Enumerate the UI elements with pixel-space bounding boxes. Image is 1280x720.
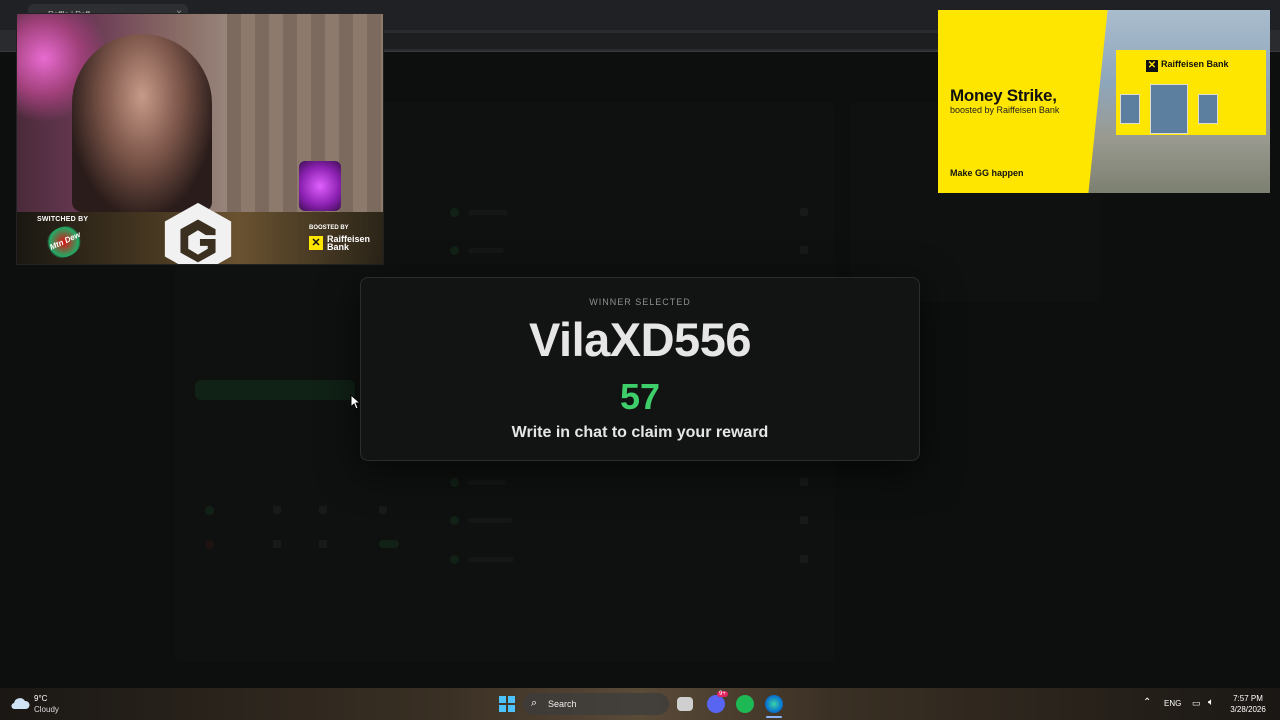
volume-icon[interactable]: 🔈︎ [1208, 697, 1214, 708]
edge-icon[interactable] [765, 695, 783, 713]
clock-date: 3/28/2026 [1230, 705, 1266, 714]
discord-badge: 9+ [717, 691, 728, 697]
search-icon: ⌕ [531, 697, 538, 709]
cloud-icon[interactable] [10, 696, 30, 710]
spotify-icon[interactable] [736, 695, 754, 713]
winner-modal: WINNER SELECTED VilaXD556 57 Write in ch… [360, 277, 920, 461]
clock-time: 7:57 PM [1233, 694, 1263, 703]
ad-subtitle: boosted by Raiffeisen Bank [950, 105, 1060, 115]
winner-number: 57 [619, 376, 661, 417]
network-icon[interactable]: ▭ [1192, 698, 1201, 709]
building-sign: ✕ Raiffeisen Bank [1146, 59, 1229, 72]
file-explorer-icon[interactable] [677, 697, 693, 711]
raiffeisen-x-icon: ✕ [309, 236, 323, 250]
taskbar-search[interactable]: ⌕ Search [523, 693, 669, 715]
ad-cta: Make GG happen [950, 168, 1024, 178]
webcam-overlay: SWITCHED BY Mtn Dew BOOSTED BY ✕ Raiffei… [16, 13, 384, 265]
sponsor-ad-banner[interactable]: ✕ Raiffeisen Bank Money Strike, boosted b… [938, 10, 1270, 193]
weather-temp[interactable]: 9°C [34, 694, 47, 703]
claim-instruction: Write in chat to claim your reward [511, 424, 769, 441]
language-indicator[interactable]: ENG [1164, 699, 1181, 708]
purple-lamp [299, 161, 341, 211]
discord-icon[interactable]: 9+ [707, 691, 728, 713]
winner-name: VilaXD556 [529, 313, 751, 366]
search-label: Search [548, 699, 577, 709]
raiffeisen-name: Raiffeisen Bank [327, 234, 371, 252]
windows-start-icon[interactable] [499, 696, 515, 712]
ad-title: Money Strike, [950, 86, 1057, 105]
mouse-cursor-icon [350, 394, 360, 410]
gg-logo-icon [164, 202, 232, 264]
edge-active-indicator [766, 716, 782, 718]
streamer-figure [72, 34, 212, 212]
boosted-by-label: BOOSTED BY [309, 225, 349, 231]
windows-taskbar: 9°C Cloudy ⌕ Search 9+ ⌃ ENG ▭ 🔈︎ 7:57 P… [0, 688, 1280, 720]
taskbar-clock[interactable]: 7:57 PM 3/28/2026 [1224, 693, 1272, 715]
raiffeisen-sign-icon: ✕ [1146, 60, 1158, 72]
winner-eyebrow: WINNER SELECTED [589, 297, 691, 307]
switched-by-label: SWITCHED BY [37, 216, 89, 223]
weather-desc[interactable]: Cloudy [34, 705, 59, 714]
chevron-up-icon[interactable]: ⌃ [1143, 697, 1151, 708]
